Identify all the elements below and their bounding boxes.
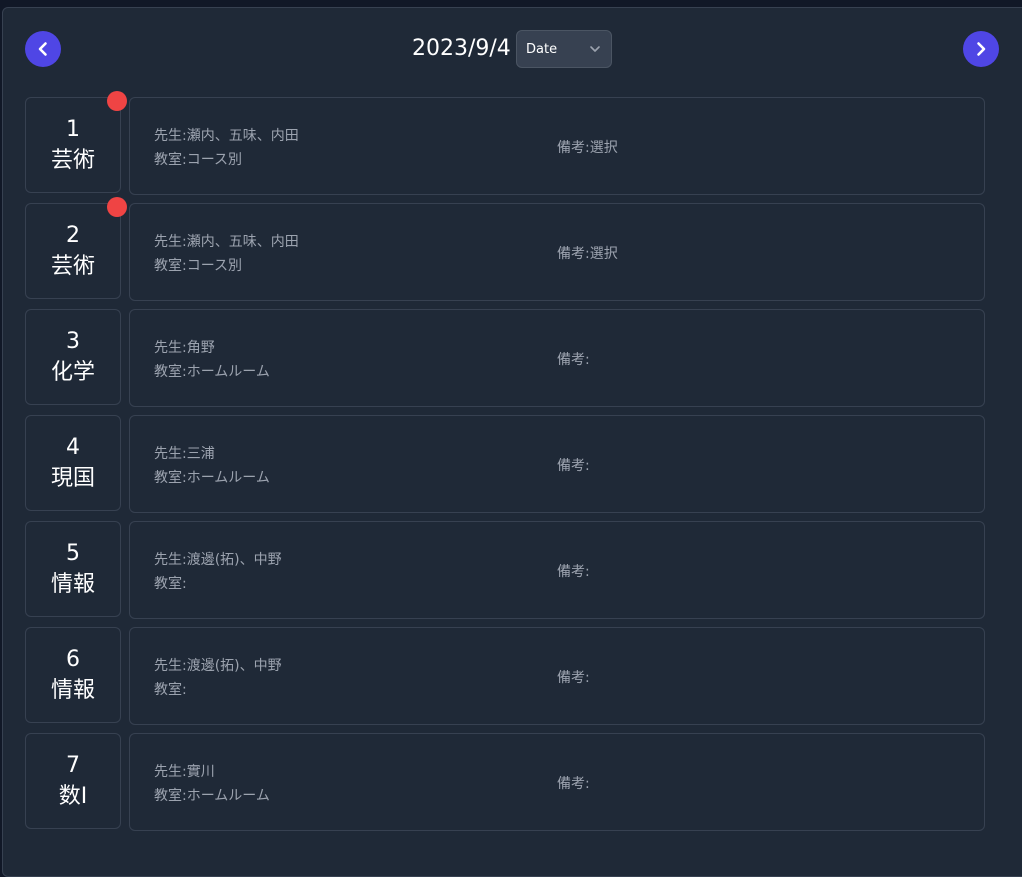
note-text: 備考: bbox=[557, 670, 590, 686]
teacher-text: 先生:實川 bbox=[154, 764, 215, 780]
teacher-text: 先生:瀬内、五味、内田 bbox=[154, 128, 299, 144]
period-subject: 情報 bbox=[50, 572, 95, 597]
chevron-down-icon bbox=[590, 46, 600, 52]
date-select[interactable]: Date bbox=[516, 30, 612, 68]
period-info: 先生:三浦教室:ホームルーム bbox=[154, 442, 270, 490]
period-row: 2 芸術 先生:瀬内、五味、内田 教室:コース別 備考:選択 bbox=[25, 197, 985, 301]
teacher-text: 先生:三浦 bbox=[154, 446, 215, 462]
note-text: 備考:選択 bbox=[557, 246, 618, 262]
period-subject: 芸術 bbox=[50, 148, 95, 173]
room-text: 教室: bbox=[154, 682, 187, 698]
period-row: 4 現国 先生:三浦教室:ホームルーム 備考: bbox=[25, 415, 985, 513]
period-subject: 数Ⅰ bbox=[58, 784, 88, 809]
period-box[interactable]: 6 情報 bbox=[25, 627, 121, 723]
period-detail-card[interactable]: 先生:渡邊(拓)、中野 教室: 備考: bbox=[129, 521, 985, 619]
period-subject: 化学 bbox=[50, 360, 95, 385]
period-number: 1 bbox=[66, 117, 80, 142]
notification-dot bbox=[107, 91, 127, 111]
teacher-text: 先生:瀬内、五味、内田 bbox=[154, 234, 299, 250]
period-info: 先生:角野教室:ホームルーム bbox=[154, 336, 270, 384]
period-detail-card[interactable]: 先生:渡邊(拓)、中野 教室: 備考: bbox=[129, 627, 985, 725]
period-info: 先生:瀬内、五味、内田 教室:コース別 bbox=[154, 124, 299, 172]
note-text: 備考:選択 bbox=[557, 140, 618, 156]
teacher-text: 先生:角野 bbox=[154, 340, 215, 356]
chevron-left-icon bbox=[38, 42, 47, 56]
teacher-text: 先生:渡邊(拓)、中野 bbox=[154, 658, 282, 674]
period-number: 4 bbox=[66, 435, 80, 460]
room-text: 教室:ホームルーム bbox=[154, 470, 270, 486]
date-select-value: Date bbox=[526, 41, 558, 57]
period-number: 5 bbox=[66, 541, 80, 566]
period-detail-card[interactable]: 先生:瀬内、五味、内田 教室:コース別 備考:選択 bbox=[129, 97, 985, 195]
room-text: 教室:ホームルーム bbox=[154, 364, 270, 380]
period-row: 7 数Ⅰ 先生:實川教室:ホームルーム 備考: bbox=[25, 733, 985, 831]
previous-day-button[interactable] bbox=[25, 31, 61, 67]
note-text: 備考: bbox=[557, 776, 590, 792]
period-box[interactable]: 2 芸術 bbox=[25, 203, 121, 299]
period-row: 5 情報 先生:渡邊(拓)、中野 教室: 備考: bbox=[25, 521, 985, 619]
period-subject: 芸術 bbox=[50, 254, 95, 279]
note-text: 備考: bbox=[557, 352, 590, 368]
period-info: 先生:渡邊(拓)、中野 教室: bbox=[154, 654, 282, 702]
note-text: 備考: bbox=[557, 564, 590, 580]
period-box[interactable]: 5 情報 bbox=[25, 521, 121, 617]
notification-dot bbox=[107, 197, 127, 217]
period-number: 7 bbox=[66, 753, 80, 778]
period-box[interactable]: 1 芸術 bbox=[25, 97, 121, 193]
period-info: 先生:渡邊(拓)、中野 教室: bbox=[154, 548, 282, 596]
period-subject: 現国 bbox=[50, 466, 95, 491]
period-info: 先生:實川教室:ホームルーム bbox=[154, 760, 270, 808]
period-row: 3 化学 先生:角野教室:ホームルーム 備考: bbox=[25, 309, 985, 407]
current-date: 2023/9/4 bbox=[412, 36, 511, 61]
period-box[interactable]: 7 数Ⅰ bbox=[25, 733, 121, 829]
period-number: 6 bbox=[66, 647, 80, 672]
period-detail-card[interactable]: 先生:實川教室:ホームルーム 備考: bbox=[129, 733, 985, 831]
room-text: 教室:ホームルーム bbox=[154, 788, 270, 804]
period-row: 6 情報 先生:渡邊(拓)、中野 教室: 備考: bbox=[25, 627, 985, 725]
room-text: 教室: bbox=[154, 576, 187, 592]
note-text: 備考: bbox=[557, 458, 590, 474]
period-info: 先生:瀬内、五味、内田 教室:コース別 bbox=[154, 230, 299, 278]
period-box[interactable]: 3 化学 bbox=[25, 309, 121, 405]
period-detail-card[interactable]: 先生:三浦教室:ホームルーム 備考: bbox=[129, 415, 985, 513]
room-text: 教室:コース別 bbox=[154, 258, 243, 274]
chevron-right-icon bbox=[977, 42, 986, 56]
next-day-button[interactable] bbox=[963, 31, 999, 67]
teacher-text: 先生:渡邊(拓)、中野 bbox=[154, 552, 282, 568]
room-text: 教室:コース別 bbox=[154, 152, 243, 168]
period-box[interactable]: 4 現国 bbox=[25, 415, 121, 511]
period-number: 3 bbox=[66, 329, 80, 354]
period-number: 2 bbox=[66, 223, 80, 248]
period-detail-card[interactable]: 先生:角野教室:ホームルーム 備考: bbox=[129, 309, 985, 407]
period-row: 1 芸術 先生:瀬内、五味、内田 教室:コース別 備考:選択 bbox=[25, 91, 985, 195]
period-subject: 情報 bbox=[50, 678, 95, 703]
period-detail-card[interactable]: 先生:瀬内、五味、内田 教室:コース別 備考:選択 bbox=[129, 203, 985, 301]
